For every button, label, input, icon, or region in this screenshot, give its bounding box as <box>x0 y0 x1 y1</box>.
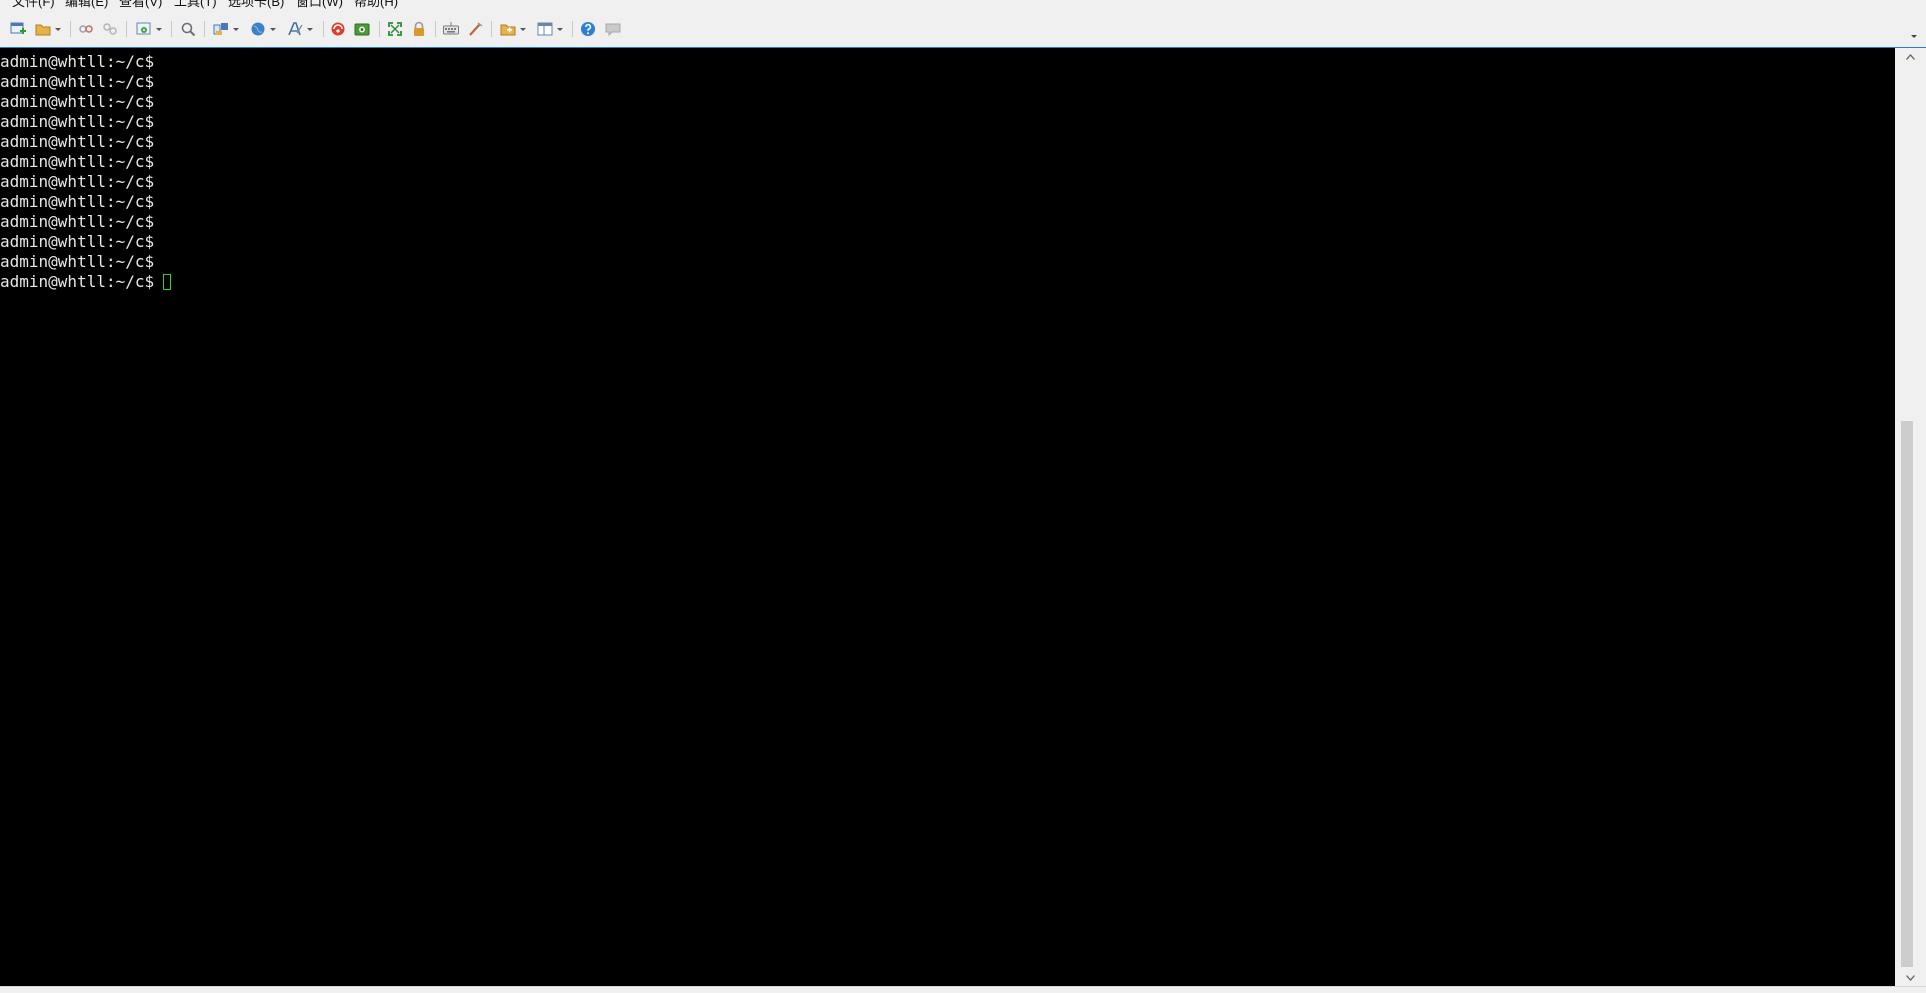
layout-icon[interactable] <box>535 19 555 39</box>
lock-icon[interactable] <box>409 19 429 39</box>
script-pen-icon[interactable] <box>465 19 485 39</box>
terminal-line: admin@whtll:~/c$ <box>0 192 155 211</box>
help-icon[interactable] <box>578 19 598 39</box>
font-icon[interactable] <box>285 19 305 39</box>
scroll-down-arrow-icon[interactable] <box>1895 969 1926 986</box>
menu-tabs[interactable]: 选项卡(B) <box>228 0 284 10</box>
toolbar-separator <box>572 21 573 37</box>
open-folder-icon[interactable] <box>33 19 53 39</box>
screenshot-icon[interactable] <box>352 19 372 39</box>
properties-dropdown[interactable] <box>155 21 163 37</box>
font-dropdown[interactable] <box>306 21 314 37</box>
terminal-line: admin@whtll:~/c$ <box>0 52 155 71</box>
new-session-icon[interactable] <box>8 19 28 39</box>
terminal-scrollbar[interactable] <box>1895 48 1926 986</box>
search-icon[interactable] <box>178 19 198 39</box>
terminal-cursor <box>163 274 172 290</box>
new-tab-folder-icon[interactable] <box>498 19 518 39</box>
terminal-output[interactable]: admin@whtll:~/c$ admin@whtll:~/c$ admin@… <box>0 48 1895 986</box>
keyboard-icon[interactable] <box>441 19 461 39</box>
terminal-lines: admin@whtll:~/c$ admin@whtll:~/c$ admin@… <box>0 52 172 292</box>
toolbar-separator <box>171 21 172 37</box>
terminal-line: admin@whtll:~/c$ <box>0 172 155 191</box>
terminal-line: admin@whtll:~/c$ <box>0 252 155 271</box>
menu-file[interactable]: 文件(F) <box>12 0 55 10</box>
fullscreen-icon[interactable] <box>385 19 405 39</box>
terminal-line: admin@whtll:~/c$ <box>0 112 155 131</box>
disconnect-icon[interactable] <box>100 19 120 39</box>
scrollbar-thumb[interactable] <box>1901 421 1913 967</box>
toolbar-separator <box>70 21 71 37</box>
new-tab-dropdown[interactable] <box>519 21 527 37</box>
terminal-line: admin@whtll:~/c$ <box>0 152 155 171</box>
terminal-line: admin@whtll:~/c$ <box>0 132 155 151</box>
transfer-dropdown[interactable] <box>232 21 240 37</box>
toolbar-separator <box>435 21 436 37</box>
terminal-app-window: 文件(F) 编辑(E) 查看(V) 工具(T) 选项卡(B) 窗口(W) 帮助(… <box>0 0 1926 993</box>
transfer-icon[interactable] <box>211 19 231 39</box>
menu-edit[interactable]: 编辑(E) <box>65 0 108 10</box>
layout-dropdown[interactable] <box>556 21 564 37</box>
globe-icon[interactable] <box>248 19 268 39</box>
xftp-icon[interactable] <box>328 19 348 39</box>
toolbar-separator <box>204 21 205 37</box>
menu-tools[interactable]: 工具(T) <box>174 0 217 10</box>
terminal-line: admin@whtll:~/c$ <box>0 72 155 91</box>
globe-dropdown[interactable] <box>269 21 277 37</box>
terminal-line: admin@whtll:~/c$ <box>0 212 155 231</box>
toolbar-overflow-chevron-icon[interactable] <box>1910 32 1918 40</box>
status-bar <box>0 986 1926 993</box>
menu-view[interactable]: 查看(V) <box>119 0 162 10</box>
toolbar-separator <box>323 21 324 37</box>
menu-window[interactable]: 窗口(W) <box>296 0 343 10</box>
menu-bar: 文件(F) 编辑(E) 查看(V) 工具(T) 选项卡(B) 窗口(W) 帮助(… <box>0 0 1926 12</box>
terminal-prompt-line: admin@whtll:~/c$ <box>0 272 172 292</box>
open-folder-dropdown[interactable] <box>54 21 62 37</box>
properties-gear-icon[interactable] <box>134 19 154 39</box>
toolbar-separator <box>491 21 492 37</box>
terminal-line: admin@whtll:~/c$ <box>0 92 155 111</box>
connect-icon[interactable] <box>76 19 96 39</box>
scroll-up-arrow-icon[interactable] <box>1895 48 1926 65</box>
toolbar <box>0 12 1926 48</box>
toolbar-separator <box>379 21 380 37</box>
toolbar-separator <box>126 21 127 37</box>
terminal-prompt: admin@whtll:~/c$ <box>0 272 155 291</box>
chat-icon[interactable] <box>603 19 623 39</box>
terminal-line: admin@whtll:~/c$ <box>0 232 155 251</box>
menu-help[interactable]: 帮助(H) <box>354 0 398 10</box>
